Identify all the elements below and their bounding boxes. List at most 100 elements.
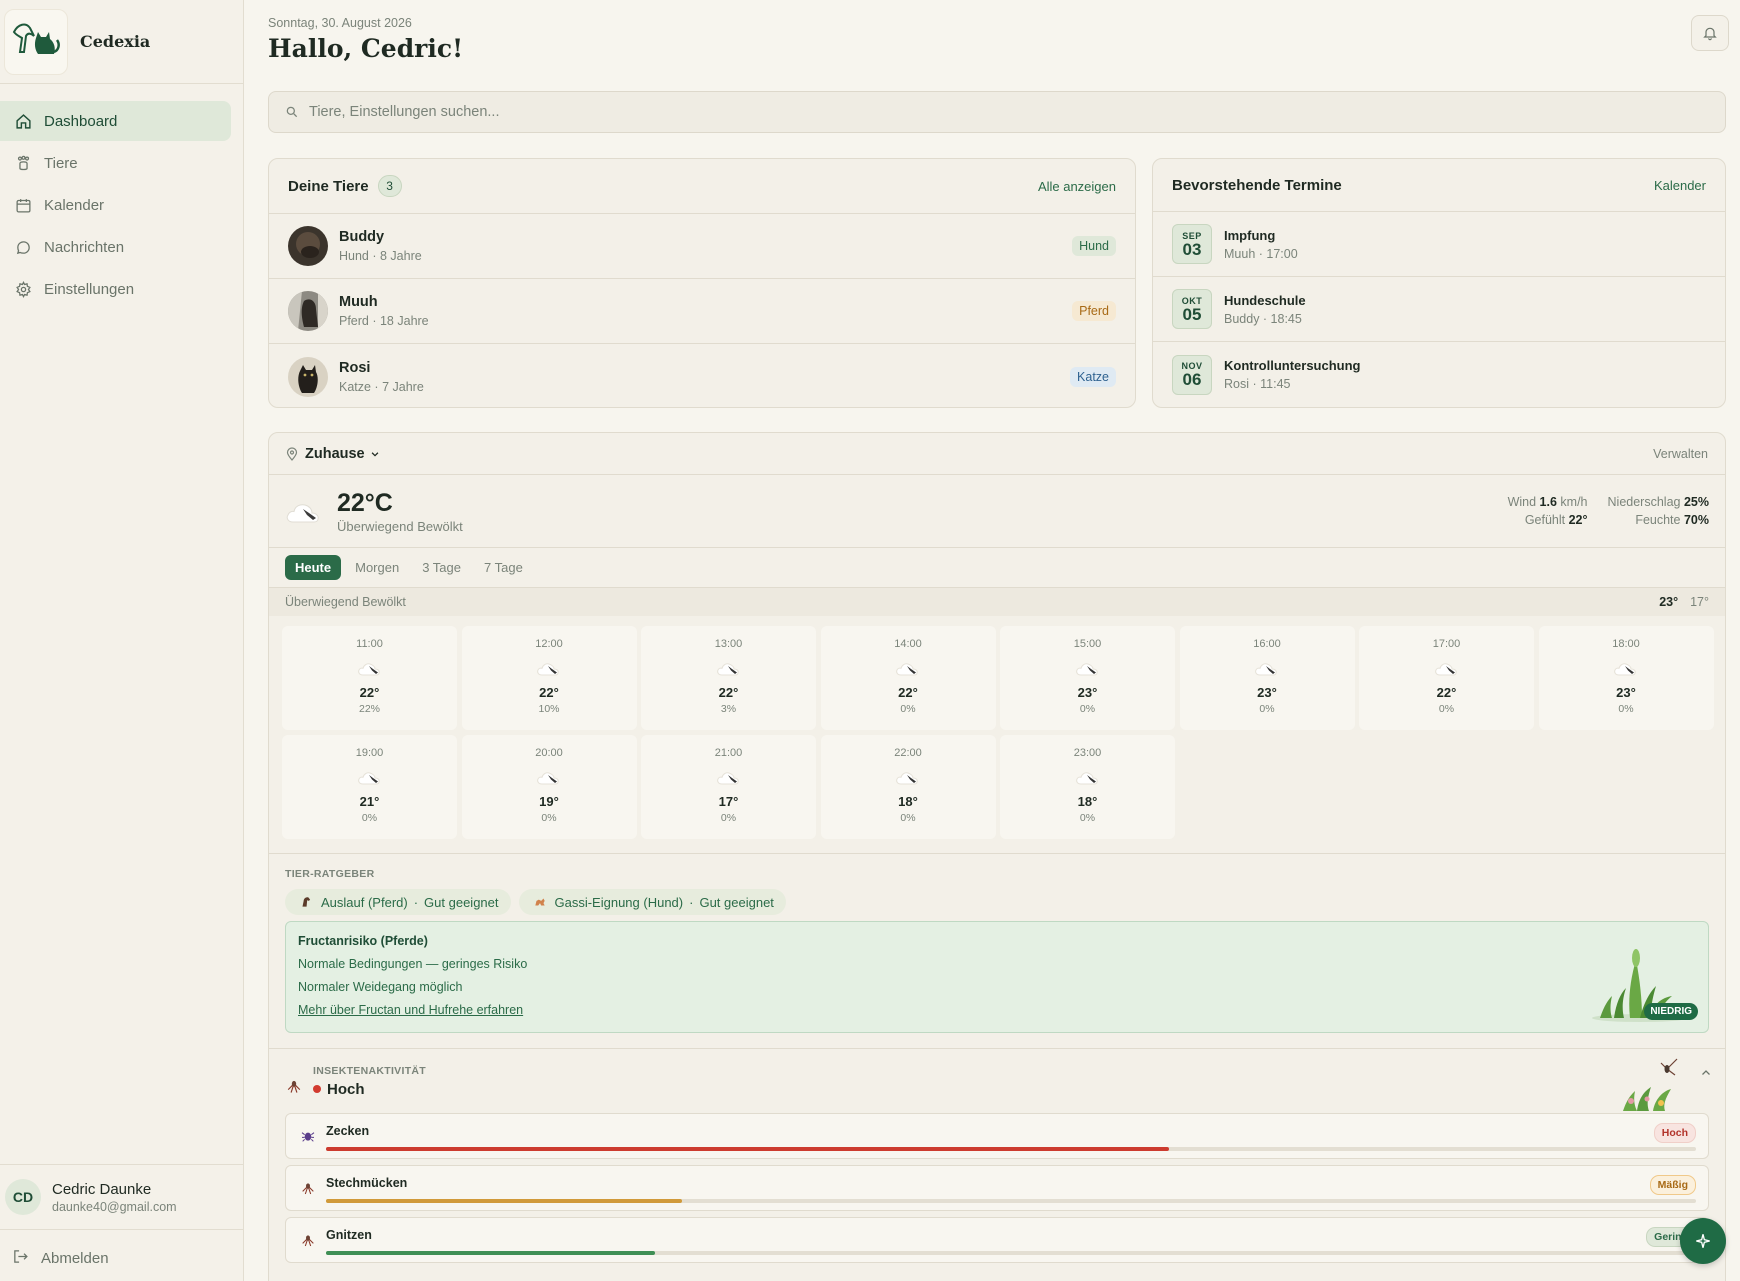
fructan-risk-panel: Fructanrisiko (Pferde) Normale Bedingung… xyxy=(285,921,1709,1033)
insect-name: Stechmücken xyxy=(326,1176,408,1190)
brand: Cedexia xyxy=(0,0,243,84)
pet-text: Muuh Pferd · 18 Jahre xyxy=(339,294,429,328)
brand-logo[interactable] xyxy=(4,8,68,75)
appointment-text: Kontrolluntersuchung Rosi · 11:45 xyxy=(1224,358,1361,391)
cloud-icon xyxy=(1075,768,1101,786)
insect-row-stechmuecken[interactable]: Stechmücken Mäßig xyxy=(285,1165,1709,1211)
hour-time: 18:00 xyxy=(1612,638,1640,650)
insect-level-badge: Mäßig xyxy=(1649,1175,1696,1195)
date-month: OKT xyxy=(1181,295,1203,306)
status-dot xyxy=(313,1085,321,1093)
page-title: Hallo, Cedric! xyxy=(268,34,464,63)
logout-button[interactable]: Abmelden xyxy=(12,1248,109,1269)
tab-3-tage[interactable]: 3 Tage xyxy=(422,560,461,575)
insect-row-gnitzen[interactable]: Gnitzen Gering xyxy=(285,1217,1709,1263)
tab-heute[interactable]: Heute xyxy=(285,555,342,580)
hour-temperature: 23° xyxy=(1257,685,1277,700)
hour-precipitation: 0% xyxy=(1259,703,1275,715)
hour-precipitation: 0% xyxy=(1438,703,1455,715)
insect-name: Zecken xyxy=(326,1124,370,1138)
insect-activity-header[interactable]: INSEKTENAKTIVITÄT Hoch xyxy=(285,1049,1709,1113)
home-icon xyxy=(14,112,32,130)
cloud-icon xyxy=(357,659,383,677)
insect-level-fill xyxy=(326,1147,1169,1151)
show-all-pets-link[interactable]: Alle anzeigen xyxy=(1038,179,1116,194)
pet-row[interactable]: Muuh Pferd · 18 Jahre Pferd xyxy=(269,279,1135,344)
cloud-icon xyxy=(716,659,742,677)
pets-card-header: Deine Tiere 3 Alle anzeigen xyxy=(269,159,1135,214)
hour-tile: 19:00 21° 0% xyxy=(282,735,457,839)
hour-precipitation: 0% xyxy=(361,812,378,824)
nav-item-einstellungen[interactable]: Einstellungen xyxy=(0,269,231,309)
calendar-link[interactable]: Kalender xyxy=(1654,178,1706,193)
pets-card: Deine Tiere 3 Alle anzeigen Buddy Hund ·… xyxy=(268,158,1136,408)
fructan-info-link[interactable]: Mehr über Fructan und Hufrehe erfahren xyxy=(298,1003,1696,1017)
pet-row[interactable]: Buddy Hund · 8 Jahre Hund xyxy=(269,214,1135,279)
hour-precipitation: 22% xyxy=(358,703,380,715)
chevron-up-icon[interactable] xyxy=(1700,1067,1712,1079)
hour-tile: 20:00 19° 0% xyxy=(461,735,637,839)
hour-tile: 18:00 23° 0% xyxy=(1538,626,1714,730)
horse-cat-logo-icon xyxy=(12,23,60,54)
manage-locations-link[interactable]: Verwalten xyxy=(1653,447,1708,461)
notifications-button[interactable] xyxy=(1691,15,1729,51)
nav-item-dashboard[interactable]: Dashboard xyxy=(0,101,231,141)
hour-precipitation: 3% xyxy=(720,703,737,715)
hourly-forecast: 11:00 22° 22% 12:00 22° 10% 13:00 22° 3% 14:00 22°… xyxy=(282,626,1714,839)
nav-label: Tiere xyxy=(44,154,78,172)
appointment-meta: Buddy · 18:45 xyxy=(1224,311,1302,326)
current-weather-text: 22°C Überwiegend Bewölkt xyxy=(337,489,463,534)
pet-avatar xyxy=(288,356,328,397)
insect-level-bar xyxy=(326,1147,1696,1151)
cloud-icon xyxy=(536,659,562,677)
hour-time: 22:00 xyxy=(894,747,922,759)
risk-level-badge: NIEDRIG xyxy=(1644,1003,1698,1020)
horse-icon xyxy=(302,897,311,907)
appointment-row[interactable]: OKT 05 Hundeschule Buddy · 18:45 xyxy=(1153,277,1725,342)
pet-row[interactable]: Rosi Katze · 7 Jahre Katze xyxy=(269,344,1135,407)
nav-item-tiere[interactable]: Tiere xyxy=(0,143,231,183)
day-low: 17° xyxy=(1690,595,1709,609)
brand-name: Cedexia xyxy=(80,32,151,51)
pet-text: Buddy Hund · 8 Jahre xyxy=(339,229,422,263)
search-input[interactable] xyxy=(309,104,909,120)
pet-text: Rosi Katze · 7 Jahre xyxy=(339,360,424,394)
user-info: Cedric Daunke daunke40@gmail.com xyxy=(52,1181,177,1214)
tab-morgen[interactable]: Morgen xyxy=(355,560,399,575)
advisor-label: TIER-RATGEBER xyxy=(285,868,375,880)
location-selector[interactable]: Zuhause xyxy=(305,446,365,462)
appointment-row[interactable]: SEP 03 Impfung Muuh · 17:00 xyxy=(1153,212,1725,277)
sidebar: Cedexia Dashboard Tiere Kalender Nachric… xyxy=(0,0,244,1281)
hour-time: 14:00 xyxy=(894,638,922,650)
advisor-chip-horse[interactable]: Auslauf (Pferd) · Gut geeignet xyxy=(285,889,511,915)
hour-temperature: 23° xyxy=(1616,685,1636,700)
tab-7-tage[interactable]: 7 Tage xyxy=(484,560,523,575)
insect-activity-label: INSEKTENAKTIVITÄT xyxy=(313,1064,427,1077)
user-profile[interactable]: CD Cedric Daunke daunke40@gmail.com xyxy=(0,1164,243,1230)
pets-count-badge: 3 xyxy=(377,175,402,197)
chevron-down-icon[interactable] xyxy=(370,449,380,459)
hour-temperature: 22° xyxy=(718,685,739,700)
search-bar[interactable] xyxy=(268,91,1726,133)
nav-label: Dashboard xyxy=(44,112,118,130)
appointment-meta: Muuh · 17:00 xyxy=(1224,246,1298,261)
pet-avatar xyxy=(288,226,328,266)
insect-level-badge: Hoch xyxy=(1653,1123,1696,1143)
nav-item-nachrichten[interactable]: Nachrichten xyxy=(0,227,231,267)
advisor-chip-dog[interactable]: Gassi-Eignung (Hund) · Gut geeignet xyxy=(518,889,786,915)
appointments-card-header: Bevorstehende Termine Kalender xyxy=(1153,159,1725,212)
date-day: 03 xyxy=(1182,239,1202,259)
cloud-icon xyxy=(1075,659,1101,677)
appointment-title: Kontrolluntersuchung xyxy=(1224,358,1361,373)
insect-row-zecken[interactable]: Zecken Hoch xyxy=(285,1113,1709,1159)
hour-tile: 13:00 22° 3% xyxy=(641,626,816,730)
insect-activity: INSEKTENAKTIVITÄT Hoch Zecken Hoch Stech… xyxy=(269,1048,1725,1269)
date-chip: SEP 03 xyxy=(1172,224,1212,264)
assistant-fab-button[interactable] xyxy=(1680,1218,1726,1264)
insect-name: Gnitzen xyxy=(326,1228,372,1242)
fructan-title: Fructanrisiko (Pferde) xyxy=(298,934,428,948)
forecast-tabs: Heute Morgen 3 Tage 7 Tage xyxy=(269,548,1725,588)
precipitation-stat: Niederschlag 25% xyxy=(1607,495,1709,509)
nav-item-kalender[interactable]: Kalender xyxy=(0,185,231,225)
appointment-row[interactable]: NOV 06 Kontrolluntersuchung Rosi · 11:45 xyxy=(1153,342,1725,407)
